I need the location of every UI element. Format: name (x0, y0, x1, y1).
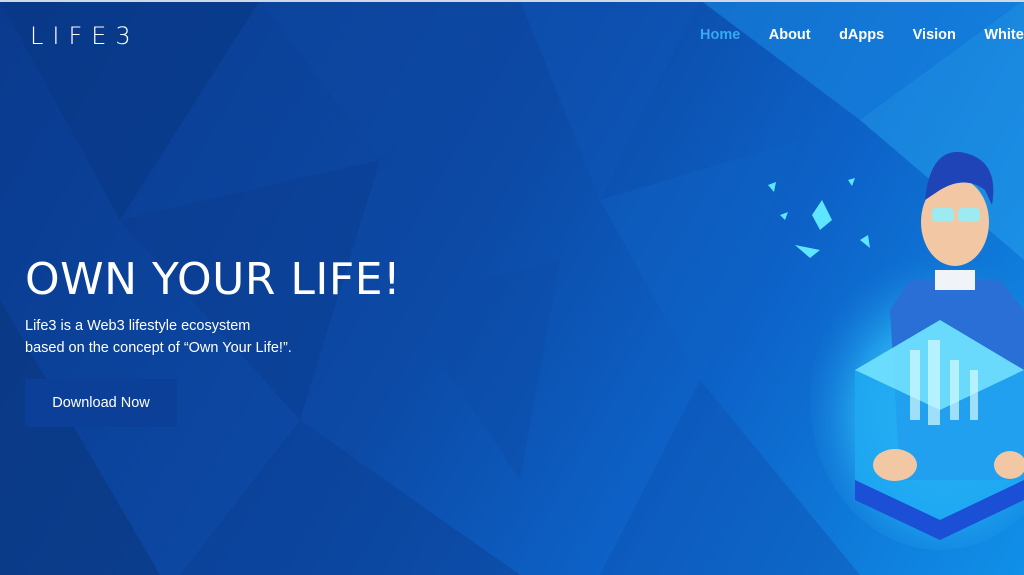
logo[interactable]: LIFE3 (30, 22, 140, 50)
nav-dapps[interactable]: dApps (839, 27, 884, 43)
glasses-right (958, 208, 980, 222)
download-now-button[interactable]: Download Now (25, 379, 177, 427)
person-collar (935, 270, 975, 290)
hero-description-line-2: based on the concept of “Own Your Life!”… (25, 340, 292, 356)
hero-description: Life3 is a Web3 lifestyle ecosystem base… (25, 315, 385, 359)
nav-whitepaper[interactable]: Whitepaper (984, 27, 1024, 43)
person-hand-left (873, 449, 917, 481)
nav-home[interactable]: Home (700, 27, 740, 43)
nav-vision[interactable]: Vision (913, 27, 956, 43)
particles (768, 178, 870, 258)
glasses-left (932, 208, 954, 222)
nav-about[interactable]: About (769, 27, 811, 43)
hero-description-line-1: Life3 is a Web3 lifestyle ecosystem (25, 318, 251, 334)
main-nav: Home About dApps Vision Whitepaper (700, 26, 1024, 46)
hero-title: OWN YOUR LIFE! (25, 254, 402, 305)
hero-illustration (768, 151, 1024, 550)
top-border (0, 0, 1024, 2)
